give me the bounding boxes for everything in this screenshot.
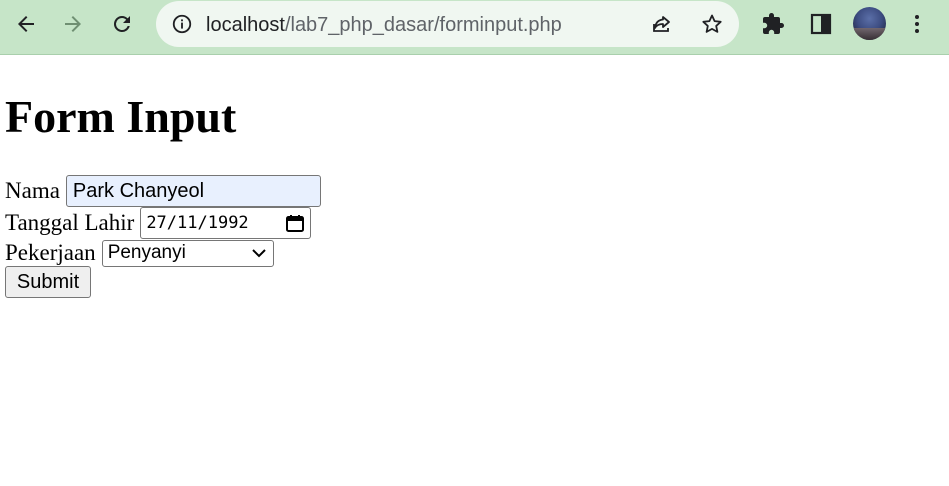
pekerjaan-selected: Penyanyi (107, 242, 186, 263)
back-button[interactable] (8, 6, 44, 42)
nama-value: Park Chanyeol (72, 180, 205, 202)
menu-button[interactable] (899, 6, 935, 42)
side-panel-icon (810, 13, 832, 35)
pekerjaan-label: Pekerjaan (5, 240, 96, 265)
site-info-button[interactable] (170, 12, 194, 36)
calendar-icon[interactable] (285, 213, 305, 233)
extensions-button[interactable] (755, 6, 791, 42)
bookmark-button[interactable] (700, 12, 724, 36)
page-title: Form Input (5, 91, 237, 142)
url-text: localhost/lab7_php_dasar/forminput.php (206, 13, 562, 37)
reload-button[interactable] (104, 6, 140, 42)
share-button[interactable] (650, 12, 674, 36)
forward-icon (65, 16, 81, 32)
pekerjaan-row: Pekerjaan Penyanyi (5, 239, 274, 267)
extensions-icon (763, 13, 784, 34)
nama-input[interactable]: Park Chanyeol (65, 175, 321, 207)
reload-icon (114, 15, 130, 32)
nama-row: Nama Park Chanyeol (5, 175, 321, 207)
tanggal-label: Tanggal Lahir (5, 210, 135, 235)
forward-button[interactable] (55, 6, 91, 42)
browser-toolbar: localhost/lab7_php_dasar/forminput.php (0, 0, 949, 55)
site-info-icon (172, 14, 192, 34)
tanggal-value: 27/11/1992 (146, 213, 249, 233)
bookmark-star-icon (702, 14, 722, 33)
tanggal-row: Tanggal Lahir 27/11/1992 (5, 207, 312, 239)
chevron-down-icon (251, 249, 266, 258)
profile-avatar[interactable] (853, 7, 886, 40)
address-bar[interactable]: localhost/lab7_php_dasar/forminput.php (156, 1, 739, 47)
nama-label: Nama (5, 178, 60, 203)
menu-icon (915, 15, 919, 33)
back-icon (18, 16, 34, 32)
pekerjaan-select[interactable]: Penyanyi (101, 239, 274, 267)
tanggal-lahir-input[interactable]: 27/11/1992 (140, 207, 312, 239)
share-icon (653, 16, 670, 32)
side-panel-button[interactable] (803, 6, 839, 42)
submit-button[interactable]: Submit (5, 266, 91, 298)
url-host: localhost (206, 14, 285, 36)
url-path: /lab7_php_dasar/forminput.php (284, 14, 562, 36)
